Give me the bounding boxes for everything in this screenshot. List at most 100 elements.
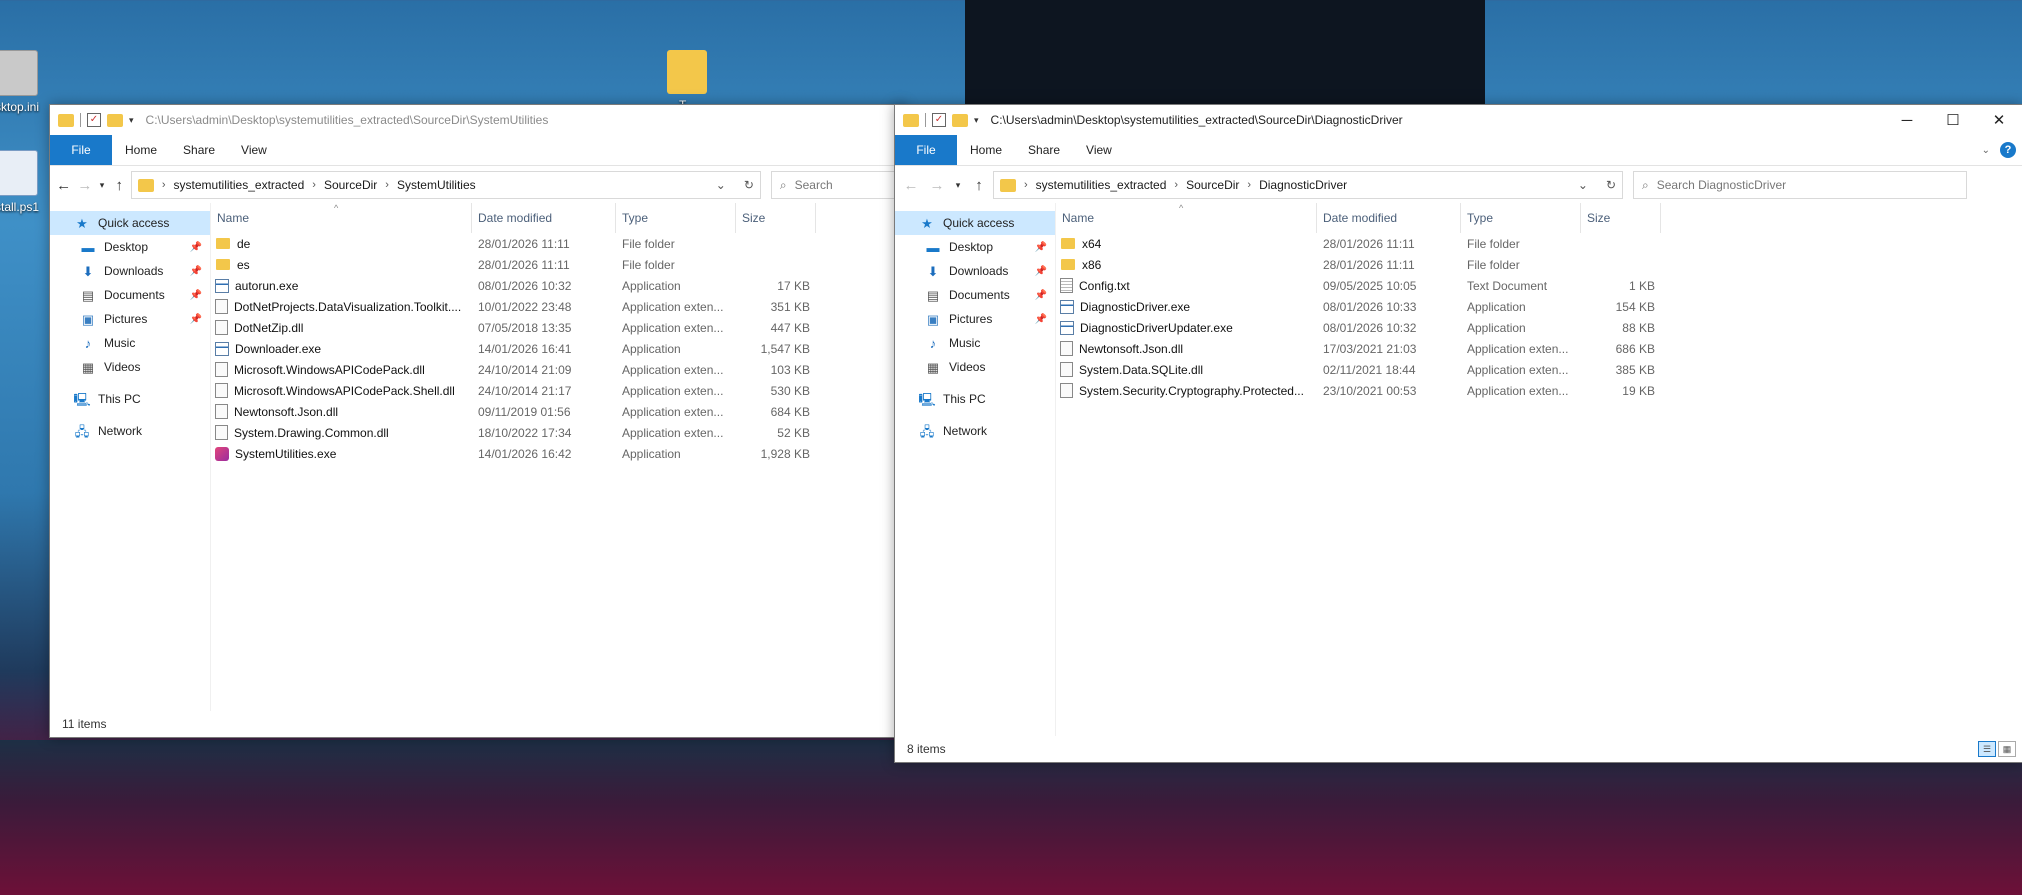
breadcrumb-item[interactable]: SystemUtilities (397, 178, 476, 192)
file-row[interactable]: DiagnosticDriverUpdater.exe 08/01/2026 10… (1056, 317, 2022, 338)
chevron-down-icon[interactable]: ⌄ (716, 178, 726, 192)
nav-desktop[interactable]: ▬ Desktop 📌 (895, 235, 1055, 259)
column-header-name[interactable]: Name (1056, 203, 1317, 233)
column-header-type[interactable]: Type (616, 203, 736, 233)
forward-arrow-icon[interactable]: → (75, 171, 94, 199)
breadcrumb-item[interactable]: systemutilities_extracted (174, 178, 305, 192)
recent-locations-icon[interactable]: ▾ (96, 171, 107, 199)
nav-pictures[interactable]: ▣ Pictures 📌 (895, 307, 1055, 331)
divider (80, 113, 81, 127)
breadcrumb-item[interactable]: systemutilities_extracted (1036, 178, 1167, 192)
desktop-icon-install-ps1[interactable]: stall.ps1 (0, 150, 54, 214)
file-row[interactable]: de 28/01/2026 11:11 File folder (211, 233, 905, 254)
nav-music[interactable]: ♪ Music (50, 331, 210, 355)
new-folder-icon[interactable] (107, 113, 123, 127)
customize-toolbar-icon[interactable]: ▾ (974, 115, 979, 126)
large-icons-view-icon[interactable]: ▦ (1998, 741, 2016, 757)
breadcrumb-item[interactable]: DiagnosticDriver (1259, 178, 1347, 192)
tab-view[interactable]: View (228, 135, 280, 165)
desktop-icon-folder[interactable]: T... (650, 50, 724, 112)
star-icon: ★ (76, 215, 88, 231)
nav-documents[interactable]: ▤ Documents 📌 (895, 283, 1055, 307)
file-row[interactable]: Microsoft.WindowsAPICodePack.Shell.dll 24… (211, 380, 905, 401)
maximize-icon[interactable]: ☐ (1930, 105, 1976, 135)
explorer-body: ★ Quick access ▬ Desktop 📌 ⬇ Downloads 📌 ▤ Doc… (50, 203, 905, 711)
nav-downloads[interactable]: ⬇ Downloads 📌 (50, 259, 210, 283)
file-row[interactable]: Newtonsoft.Json.dll 17/03/2021 21:03 Appli… (1056, 338, 2022, 359)
file-name: x64 (1082, 236, 1102, 251)
tab-home[interactable]: Home (112, 135, 170, 165)
file-row[interactable]: Config.txt 09/05/2025 10:05 Text Document 1… (1056, 275, 2022, 296)
tab-share[interactable]: Share (1015, 135, 1073, 165)
refresh-icon[interactable]: ↻ (744, 178, 754, 192)
file-row[interactable]: System.Data.SQLite.dll 02/11/2021 18:44 Ap… (1056, 359, 2022, 380)
help-icon[interactable]: ? (2000, 142, 2016, 158)
chevron-down-icon[interactable]: ⌄ (1578, 178, 1588, 192)
forward-arrow-icon[interactable]: → (925, 171, 949, 199)
recent-locations-icon[interactable]: ▾ (951, 171, 965, 199)
file-row[interactable]: x64 28/01/2026 11:11 File folder (1056, 233, 2022, 254)
address-bar[interactable]: › systemutilities_extracted › SourceDir … (130, 171, 761, 199)
nav-network[interactable]: 🖧 Network (895, 419, 1055, 443)
file-row[interactable]: DiagnosticDriver.exe 08/01/2026 10:33 Appl… (1056, 296, 2022, 317)
explorer-window-diagnosticdriver[interactable]: ✓ ▾ C:\Users\admin\Desktop\systemutiliti… (894, 104, 2022, 763)
file-row[interactable]: Newtonsoft.Json.dll 09/11/2019 01:56 Appli… (211, 401, 905, 422)
file-row[interactable]: x86 28/01/2026 11:11 File folder (1056, 254, 2022, 275)
file-row[interactable]: es 28/01/2026 11:11 File folder (211, 254, 905, 275)
tab-home[interactable]: Home (957, 135, 1015, 165)
file-row[interactable]: Downloader.exe 14/01/2026 16:41 Applicatio… (211, 338, 905, 359)
up-arrow-icon[interactable]: ↑ (110, 171, 129, 199)
up-arrow-icon[interactable]: ↑ (967, 171, 991, 199)
customize-toolbar-icon[interactable]: ▾ (129, 115, 134, 126)
properties-icon[interactable]: ✓ (87, 113, 101, 127)
back-arrow-icon[interactable]: ← (899, 171, 923, 199)
tab-file[interactable]: File (895, 135, 957, 165)
nav-videos[interactable]: ▦ Videos (50, 355, 210, 379)
nav-videos[interactable]: ▦ Videos (895, 355, 1055, 379)
close-icon[interactable]: ✕ (1976, 105, 2022, 135)
nav-pictures[interactable]: ▣ Pictures 📌 (50, 307, 210, 331)
expand-ribbon-icon[interactable]: ⌄ (1982, 145, 1990, 156)
refresh-icon[interactable]: ↻ (1606, 178, 1616, 192)
nav-this-pc[interactable]: 🖳 This PC (50, 387, 210, 411)
nav-downloads[interactable]: ⬇ Downloads 📌 (895, 259, 1055, 283)
search-input[interactable]: ⌕ Search (770, 171, 901, 199)
tab-share[interactable]: Share (170, 135, 228, 165)
title-bar[interactable]: ✓ ▾ C:\Users\admin\Desktop\systemutiliti… (50, 105, 905, 135)
tab-file[interactable]: File (50, 135, 112, 165)
nav-quick-access[interactable]: ★ Quick access (895, 211, 1055, 235)
nav-quick-access[interactable]: ★ Quick access (50, 211, 210, 235)
file-row[interactable]: DotNetProjects.DataVisualization.Toolkit… (211, 296, 905, 317)
nav-documents[interactable]: ▤ Documents 📌 (50, 283, 210, 307)
breadcrumb-item[interactable]: SourceDir (324, 178, 377, 192)
nav-desktop[interactable]: ▬ Desktop 📌 (50, 235, 210, 259)
search-input[interactable]: ⌕ Search DiagnosticDriver (1633, 171, 1967, 199)
column-header-size[interactable]: Size (1581, 203, 1661, 233)
column-header-size[interactable]: Size (736, 203, 816, 233)
new-folder-icon[interactable] (952, 113, 968, 127)
file-row[interactable]: Microsoft.WindowsAPICodePack.dll 24/10/20… (211, 359, 905, 380)
column-header-type[interactable]: Type (1461, 203, 1581, 233)
nav-this-pc[interactable]: 🖳 This PC (895, 387, 1055, 411)
back-arrow-icon[interactable]: ← (54, 171, 73, 199)
nav-music[interactable]: ♪ Music (895, 331, 1055, 355)
breadcrumb-item[interactable]: SourceDir (1186, 178, 1239, 192)
column-header-date[interactable]: Date modified (472, 203, 616, 233)
explorer-window-systemutilities[interactable]: ✓ ▾ C:\Users\admin\Desktop\systemutiliti… (49, 104, 906, 738)
minimize-icon[interactable]: ─ (1884, 105, 1930, 135)
column-header-date[interactable]: Date modified (1317, 203, 1461, 233)
file-name: x86 (1082, 257, 1102, 272)
file-row[interactable]: System.Drawing.Common.dll 18/10/2022 17:3… (211, 422, 905, 443)
address-bar[interactable]: › systemutilities_extracted › SourceDir … (993, 171, 1623, 199)
properties-icon[interactable]: ✓ (932, 113, 946, 127)
nav-network[interactable]: 🖧 Network (50, 419, 210, 443)
desktop-icon-desktop-ini[interactable]: sktop.ini (0, 50, 54, 114)
file-row[interactable]: System.Security.Cryptography.Protected..… (1056, 380, 2022, 401)
file-row[interactable]: SystemUtilities.exe 14/01/2026 16:42 Appli… (211, 443, 905, 464)
tab-view[interactable]: View (1073, 135, 1125, 165)
file-row[interactable]: autorun.exe 08/01/2026 10:32 Application 17… (211, 275, 905, 296)
column-header-name[interactable]: Name (211, 203, 472, 233)
title-bar[interactable]: ✓ ▾ C:\Users\admin\Desktop\systemutiliti… (895, 105, 2022, 135)
file-row[interactable]: DotNetZip.dll 07/05/2018 13:35 Application… (211, 317, 905, 338)
details-view-icon[interactable]: ☰ (1978, 741, 1996, 757)
